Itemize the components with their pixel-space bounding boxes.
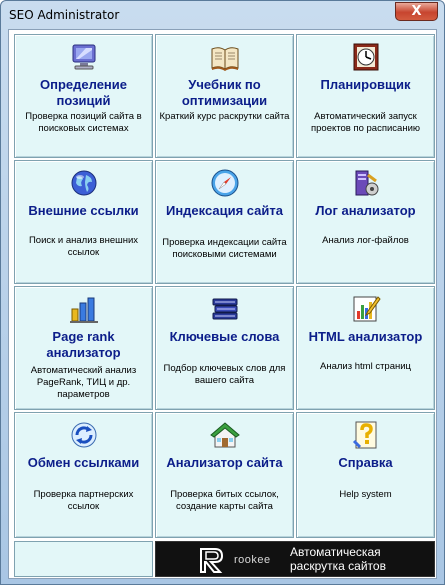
- tile-description: Анализ лог-файлов: [322, 235, 409, 246]
- tile-description: Подбор ключевых слов для вашего сайта: [163, 363, 286, 386]
- window-title: SEO Administrator: [9, 8, 120, 22]
- tile-title: HTML анализатор: [308, 329, 423, 344]
- tile-help[interactable]: Справка Help system: [296, 412, 435, 538]
- tile-description: Help system: [339, 489, 392, 500]
- globe-icon: [68, 167, 100, 199]
- tile-description: Анализ html страниц: [320, 361, 411, 372]
- tile-html-analyzer[interactable]: HTML анализатор Анализ html страниц: [296, 286, 435, 410]
- tile-link-exchange[interactable]: Обмен ссылками Проверка партнерских ссыл…: [14, 412, 153, 538]
- chart-pencil-icon: [350, 293, 382, 325]
- tile-description: Поиск и анализ внешних ссылок: [28, 235, 139, 258]
- empty-cell: [14, 541, 153, 577]
- main-panel: Определение позиций Проверка позиций сай…: [8, 29, 437, 579]
- tile-title: Учебник по оптимизации: [181, 77, 268, 108]
- tile-pagerank-analyzer[interactable]: Page rank анализатор Автоматический анал…: [14, 286, 153, 410]
- monitor-icon: [68, 41, 100, 73]
- compass-icon: [209, 167, 241, 199]
- books-stack-icon: [209, 293, 241, 325]
- server-icon: [350, 167, 382, 199]
- house-icon: [209, 419, 241, 451]
- tile-description: Проверка битых ссылок, создание карты са…: [170, 489, 279, 512]
- tile-description: Проверка партнерских ссылок: [33, 489, 134, 512]
- close-button[interactable]: X: [395, 2, 438, 21]
- tile-title: Внешние ссылки: [28, 203, 139, 218]
- ad-banner[interactable]: rookee Автоматическая раскрутка сайтов: [155, 541, 435, 577]
- tile-log-analyzer[interactable]: Лог анализатор Анализ лог-файлов: [296, 160, 435, 284]
- help-icon: [350, 419, 382, 451]
- book-icon: [209, 41, 241, 73]
- tile-external-links[interactable]: Внешние ссылки Поиск и анализ внешних сс…: [14, 160, 153, 284]
- tile-description: Краткий курс раскрутки сайта: [159, 111, 290, 122]
- app-window: SEO Administrator X Определение позиций …: [0, 0, 445, 585]
- tile-title: Справка: [338, 455, 393, 470]
- tile-title: Индексация сайта: [165, 203, 284, 218]
- tile-title: Определение позиций: [39, 77, 127, 108]
- tile-title: Планировщик: [320, 77, 411, 92]
- bar-chart-icon: [68, 293, 100, 325]
- title-bar[interactable]: SEO Administrator X: [1, 1, 444, 27]
- refresh-icon: [68, 419, 100, 451]
- tile-keywords[interactable]: Ключевые слова Подбор ключевых слов для …: [155, 286, 294, 410]
- banner-brand: rookee: [234, 554, 271, 566]
- tile-title: Page rank анализатор: [46, 329, 121, 360]
- tile-site-analyzer[interactable]: Анализатор сайта Проверка битых ссылок, …: [155, 412, 294, 538]
- tile-title: Ключевые слова: [169, 329, 280, 344]
- tile-title: Анализатор сайта: [166, 455, 283, 470]
- tile-description: Автоматический запуск проектов по распис…: [310, 111, 421, 134]
- clock-icon: [350, 41, 382, 73]
- tile-description: Проверка позиций сайта в поисковых систе…: [25, 111, 142, 134]
- banner-slogan: Автоматическая раскрутка сайтов: [290, 545, 386, 573]
- tile-description: Автоматический анализ PageRank, ТИЦ и др…: [30, 365, 137, 400]
- tile-scheduler[interactable]: Планировщик Автоматический запуск проект…: [296, 34, 435, 158]
- tile-position-check[interactable]: Определение позиций Проверка позиций сай…: [14, 34, 153, 158]
- rookee-logo-icon: [200, 546, 226, 574]
- tile-optimization-guide[interactable]: Учебник по оптимизации Краткий курс раск…: [155, 34, 294, 158]
- tile-description: Проверка индексации сайта поисковыми сис…: [162, 237, 287, 260]
- tile-title: Лог анализатор: [315, 203, 416, 218]
- tile-site-indexing[interactable]: Индексация сайта Проверка индексации сай…: [155, 160, 294, 284]
- tile-title: Обмен ссылками: [27, 455, 140, 470]
